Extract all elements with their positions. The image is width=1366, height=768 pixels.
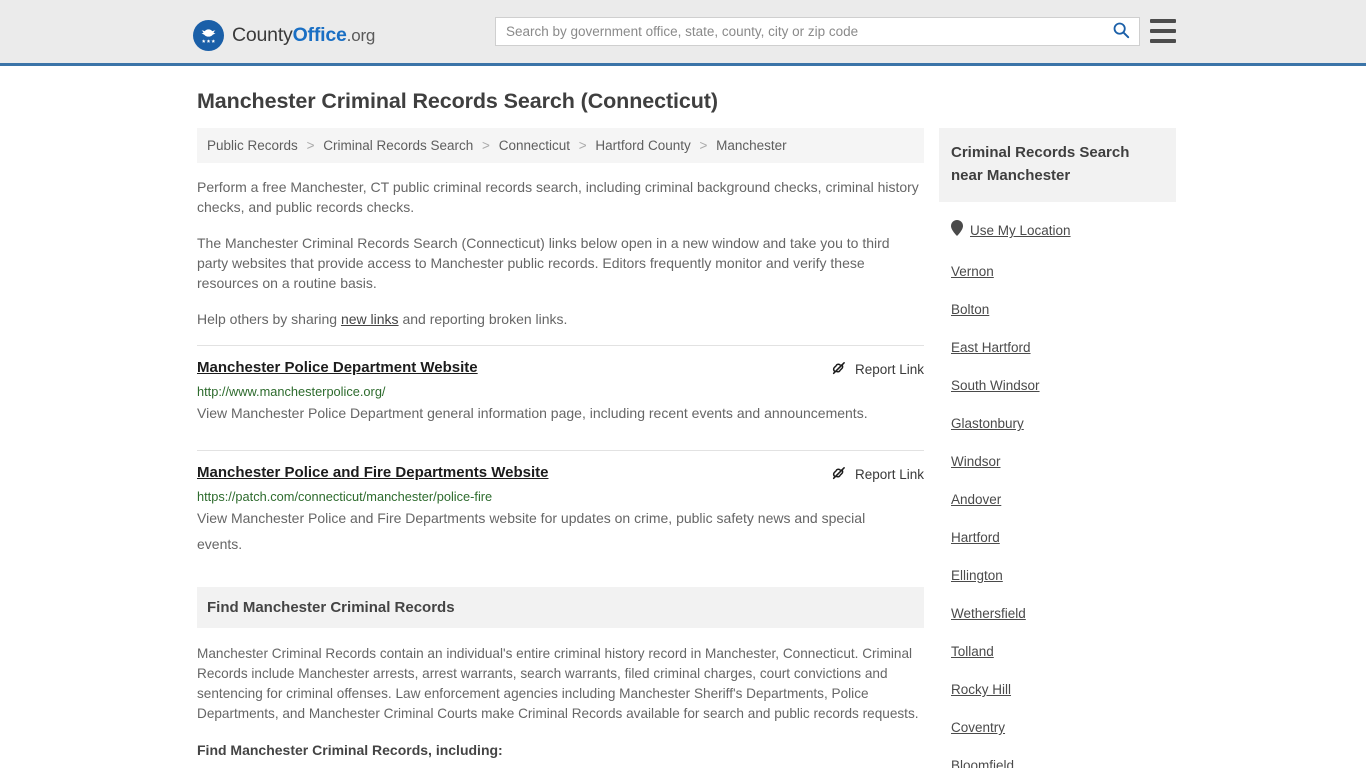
breadcrumb-separator: >	[699, 138, 708, 153]
page-container: Manchester Criminal Records Search (Conn…	[0, 89, 1366, 768]
use-my-location-row[interactable]: Use My Location	[939, 220, 1176, 241]
sidebar-city-link[interactable]: Hartford	[951, 530, 1000, 545]
sidebar-item-bloomfield[interactable]: Bloomfield	[939, 758, 1176, 768]
sidebar-item-east-hartford[interactable]: East Hartford	[939, 340, 1176, 355]
sidebar-item-andover[interactable]: Andover	[939, 492, 1176, 507]
sidebar-item-tolland[interactable]: Tolland	[939, 644, 1176, 659]
sidebar-city-link[interactable]: Rocky Hill	[951, 682, 1011, 697]
broken-link-icon	[831, 465, 847, 484]
share-text-before: Help others by sharing	[197, 311, 341, 327]
sidebar-item-windsor[interactable]: Windsor	[939, 454, 1176, 469]
search-bar	[495, 17, 1140, 46]
sidebar-item-wethersfield[interactable]: Wethersfield	[939, 606, 1176, 621]
sidebar-city-link[interactable]: Bolton	[951, 302, 989, 317]
breadcrumb-item-criminal-records-search[interactable]: Criminal Records Search	[323, 138, 473, 153]
brand-part-tld: .org	[346, 26, 376, 45]
report-link-button[interactable]: Report Link	[831, 360, 924, 379]
breadcrumb-item-manchester[interactable]: Manchester	[716, 138, 787, 153]
sidebar-heading: Criminal Records Search near Manchester	[951, 144, 1130, 184]
hamburger-bar	[1150, 39, 1176, 43]
site-header: CountyOffice.org	[0, 0, 1366, 66]
brand-part-office: Office	[292, 24, 347, 46]
sidebar-city-link[interactable]: Vernon	[951, 264, 994, 279]
breadcrumb-separator: >	[306, 138, 315, 153]
listing-description: View Manchester Police Department genera…	[197, 405, 868, 421]
sidebar-item-vernon[interactable]: Vernon	[939, 264, 1176, 279]
sidebar-city-link[interactable]: Glastonbury	[951, 416, 1024, 431]
hamburger-bar	[1150, 19, 1176, 23]
intro-paragraph-2: The Manchester Criminal Records Search (…	[197, 235, 890, 291]
sidebar-city-link[interactable]: Bloomfield	[951, 758, 1014, 768]
sidebar-city-link[interactable]: Ellington	[951, 568, 1003, 583]
brand-part-county: County	[232, 24, 293, 46]
listing-description: View Manchester Police and Fire Departme…	[197, 510, 866, 552]
listing-title-link[interactable]: Manchester Police and Fire Departments W…	[197, 464, 549, 481]
find-records-heading: Find Manchester Criminal Records	[207, 599, 455, 616]
intro-paragraph-1: Perform a free Manchester, CT public cri…	[197, 179, 919, 215]
hamburger-bar	[1150, 29, 1176, 33]
sidebar-item-coventry[interactable]: Coventry	[939, 720, 1176, 735]
breadcrumb-separator: >	[482, 138, 490, 153]
intro-paragraph-3: Help others by sharing new links and rep…	[197, 309, 924, 329]
report-link-label: Report Link	[854, 467, 924, 482]
report-link-label: Report Link	[854, 362, 924, 377]
sidebar-item-rocky-hill[interactable]: Rocky Hill	[939, 682, 1176, 697]
share-text-after: and reporting broken links.	[398, 311, 568, 327]
report-link-button[interactable]: Report Link	[831, 465, 924, 484]
sidebar-item-glastonbury[interactable]: Glastonbury	[939, 416, 1176, 431]
listing-spacer	[197, 426, 924, 444]
listing-item: Manchester Police Department Website Rep…	[197, 345, 924, 426]
search-input[interactable]	[496, 18, 1103, 45]
find-records-section-header: Find Manchester Criminal Records	[197, 587, 924, 628]
listing-url: http://www.manchesterpolice.org/	[197, 384, 386, 399]
sidebar-city-link[interactable]: Coventry	[951, 720, 1005, 735]
listing-item: Manchester Police and Fire Departments W…	[197, 450, 924, 557]
listing-header: Manchester Police Department Website Rep…	[197, 359, 924, 379]
find-records-body: Manchester Criminal Records contain an i…	[197, 646, 919, 721]
listing-title-link[interactable]: Manchester Police Department Website	[197, 359, 478, 376]
sidebar-city-link[interactable]: East Hartford	[951, 340, 1031, 355]
breadcrumb-separator: >	[578, 138, 587, 153]
sidebar-city-link[interactable]: Tolland	[951, 644, 994, 659]
sidebar-item-ellington[interactable]: Ellington	[939, 568, 1176, 583]
listing-header: Manchester Police and Fire Departments W…	[197, 464, 924, 484]
page-title: Manchester Criminal Records Search (Conn…	[197, 89, 718, 113]
magnifier-icon	[1112, 21, 1130, 42]
search-button[interactable]	[1103, 18, 1139, 45]
listing-url: https://patch.com/connecticut/manchester…	[197, 489, 493, 504]
breadcrumb-item-connecticut[interactable]: Connecticut	[499, 138, 570, 153]
sidebar-item-south-windsor[interactable]: South Windsor	[939, 378, 1176, 393]
sidebar-city-link[interactable]: South Windsor	[951, 378, 1040, 393]
sidebar-city-link[interactable]: Andover	[951, 492, 1001, 507]
find-records-subheading: Find Manchester Criminal Records, includ…	[197, 742, 503, 758]
broken-link-icon	[831, 360, 847, 379]
sidebar-item-hartford[interactable]: Hartford	[939, 530, 1176, 545]
content-columns: Public Records > Criminal Records Search…	[197, 128, 1176, 768]
sidebar-city-link[interactable]: Windsor	[951, 454, 1001, 469]
eagle-stars-emblem-icon	[193, 20, 224, 51]
breadcrumb: Public Records > Criminal Records Search…	[197, 128, 924, 163]
use-my-location-link[interactable]: Use My Location	[970, 223, 1071, 238]
breadcrumb-item-hartford-county[interactable]: Hartford County	[595, 138, 690, 153]
new-links-link[interactable]: new links	[341, 311, 399, 327]
main-content: Public Records > Criminal Records Search…	[197, 128, 924, 758]
sidebar-header: Criminal Records Search near Manchester	[939, 128, 1176, 202]
site-logo-link[interactable]: CountyOffice.org	[193, 20, 375, 51]
sidebar-item-bolton[interactable]: Bolton	[939, 302, 1176, 317]
site-logo-text: CountyOffice.org	[232, 24, 375, 47]
hamburger-menu-button[interactable]	[1150, 19, 1176, 43]
sidebar-nearby-list: Use My Location Vernon Bolton East Hartf…	[939, 220, 1176, 768]
map-pin-icon	[951, 220, 963, 241]
sidebar: Criminal Records Search near Manchester …	[939, 128, 1176, 768]
breadcrumb-item-public-records[interactable]: Public Records	[207, 138, 298, 153]
sidebar-city-link[interactable]: Wethersfield	[951, 606, 1026, 621]
